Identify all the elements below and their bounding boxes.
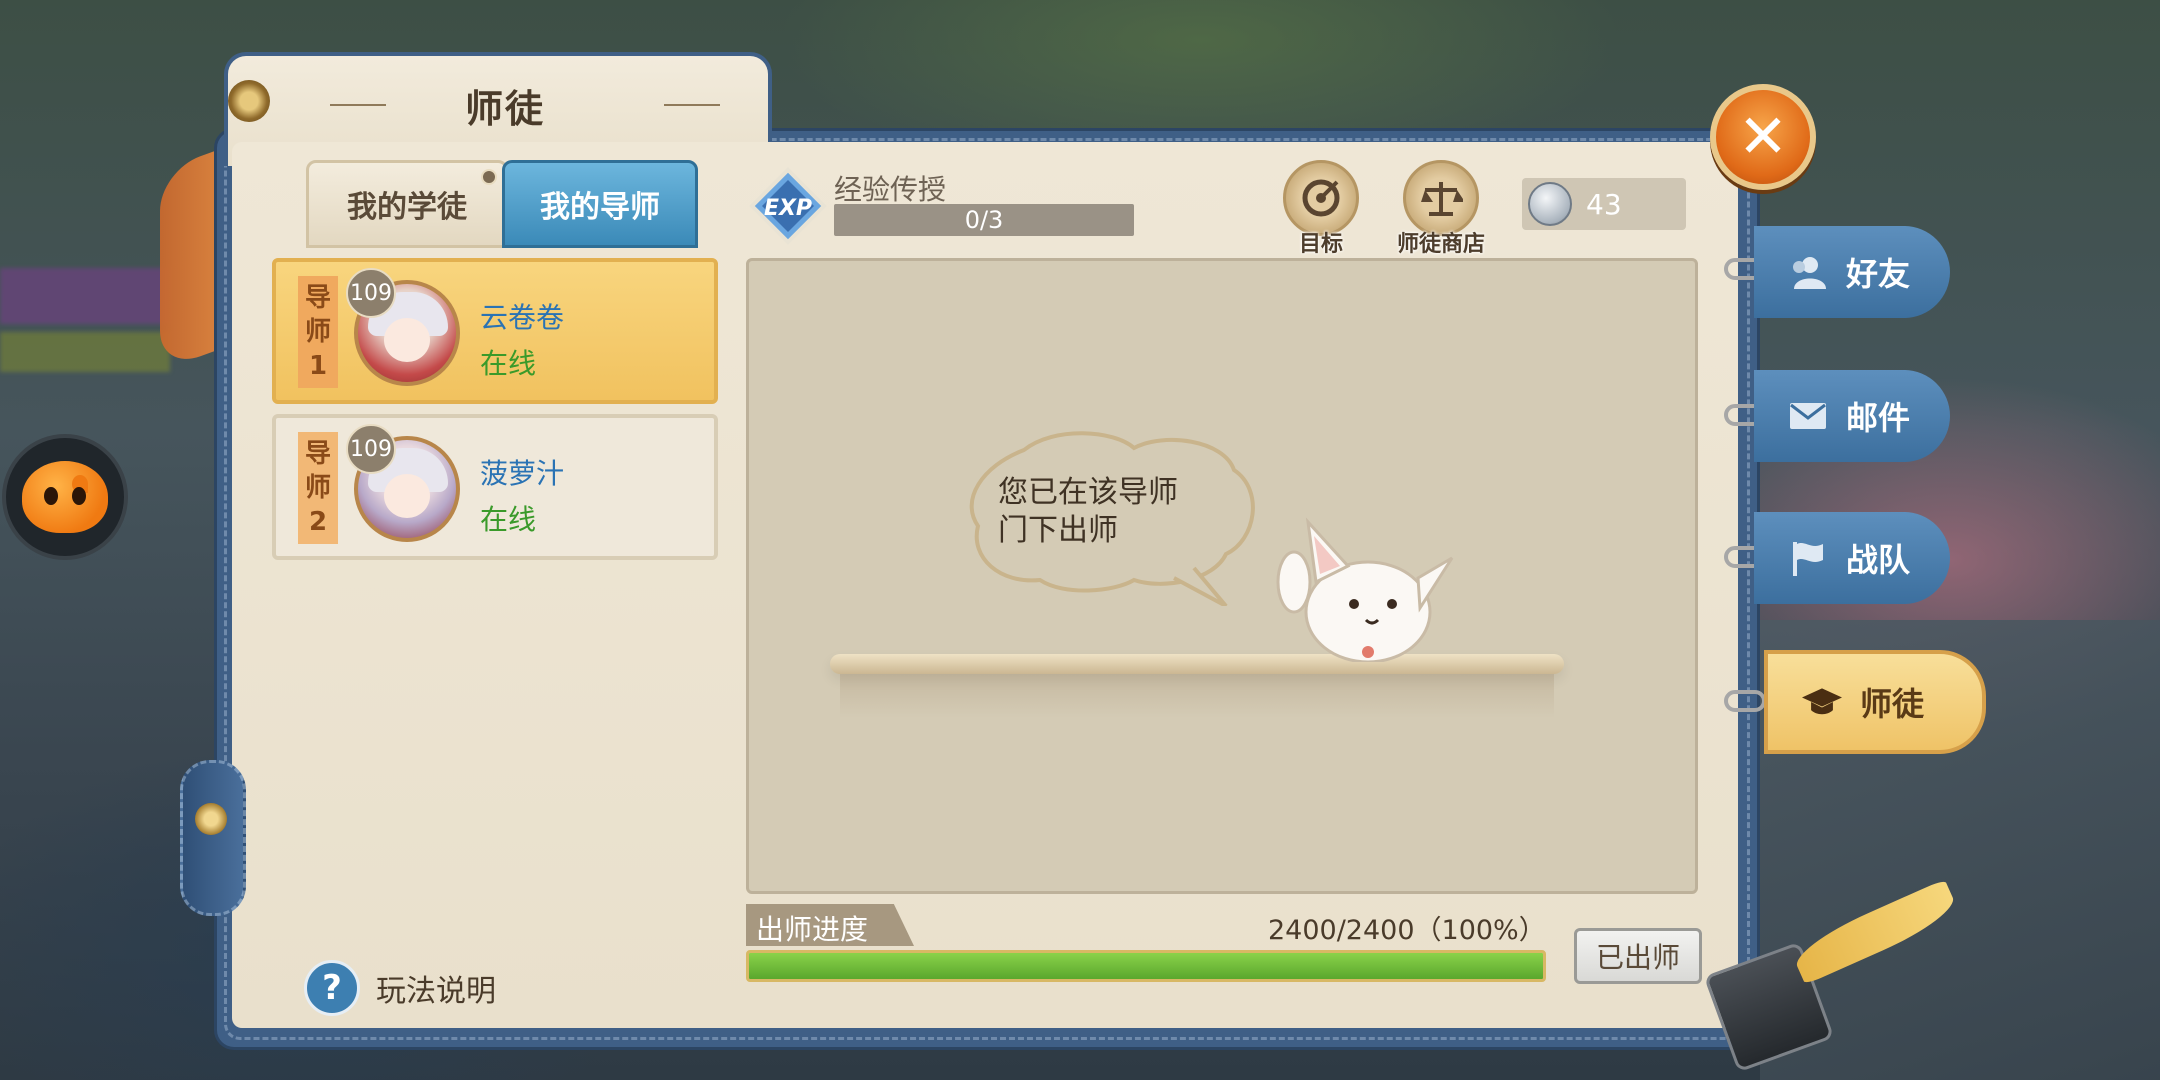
flag-icon <box>1788 538 1828 578</box>
exp-badge-text: EXP <box>764 196 812 221</box>
background-scene-decoration <box>0 268 170 324</box>
status-message-line: 门下出师 <box>998 513 1118 548</box>
mentor-list-item[interactable]: 导 师 1 109 云卷卷 在线 <box>272 258 718 404</box>
side-tab-label: 好友 <box>1846 255 1911 293</box>
close-icon: ✕ <box>1737 102 1789 172</box>
binder-ring-icon <box>1724 690 1766 712</box>
mail-icon <box>1788 396 1828 436</box>
status-message-line: 您已在该导师 <box>998 475 1178 510</box>
scales-icon <box>1403 160 1479 236</box>
exp-progress-bar: 0/3 <box>834 204 1134 236</box>
ring-icon <box>228 80 270 122</box>
status-message: 您已在该导师 门下出师 <box>998 474 1238 550</box>
mentor-shop-button[interactable]: 师徒商店 <box>1386 160 1496 258</box>
pet-icon <box>22 461 108 533</box>
side-tab-friends[interactable]: 好友 <box>1754 226 1950 318</box>
notification-dot-icon <box>481 169 497 185</box>
graduation-label: 出师进度 <box>756 913 869 946</box>
currency-display: 43 <box>1522 178 1686 230</box>
side-tab-label: 战队 <box>1846 541 1911 579</box>
shelf-shadow <box>840 674 1554 718</box>
cat-mascot-icon <box>1276 517 1454 662</box>
bookmark-ribbon <box>160 149 220 371</box>
rank-char: 2 <box>308 507 328 537</box>
level-badge: 109 <box>346 268 396 318</box>
rank-char: 师 <box>304 473 331 503</box>
online-status: 在线 <box>480 503 537 536</box>
close-button[interactable]: ✕ <box>1710 84 1816 190</box>
question-icon: ? <box>322 968 342 1008</box>
target-icon <box>1283 160 1359 236</box>
goal-label: 目标 <box>1298 232 1343 257</box>
pet-shortcut-button[interactable] <box>2 434 128 560</box>
tab-my-mentor[interactable]: 我的导师 <box>502 160 698 248</box>
side-tab-label: 邮件 <box>1846 399 1911 437</box>
online-status: 在线 <box>480 347 537 380</box>
page-title: 师徒 <box>464 87 545 131</box>
mentor-name: 云卷卷 <box>480 301 565 334</box>
graduated-button[interactable]: 已出师 <box>1574 928 1702 984</box>
tab-label: 我的学徒 <box>347 190 467 225</box>
mortarboard-icon <box>1802 682 1842 722</box>
exp-label: 经验传授 <box>834 173 947 206</box>
level-badge: 109 <box>346 424 396 474</box>
graduation-progress-bar <box>746 950 1546 982</box>
graduation-progress-fill <box>749 953 1543 979</box>
rank-char: 导 <box>304 439 331 469</box>
help-button[interactable]: ? <box>304 960 360 1016</box>
side-tab-mentorship[interactable]: 师徒 <box>1764 650 1986 754</box>
rank-tag: 导 师 1 <box>298 276 338 388</box>
side-tab-mail[interactable]: 邮件 <box>1754 370 1950 462</box>
side-tab-label: 师徒 <box>1860 685 1925 723</box>
tab-my-students[interactable]: 我的学徒 <box>306 160 508 248</box>
goal-button[interactable]: 目标 <box>1266 160 1376 258</box>
rank-char: 1 <box>308 351 328 381</box>
rank-tag: 导 师 2 <box>298 432 338 544</box>
side-tab-team[interactable]: 战队 <box>1754 512 1950 604</box>
book-strap <box>180 760 246 916</box>
graduation-progress-text: 2400/2400（100%） <box>1268 915 1546 946</box>
background-scene-decoration <box>0 332 170 372</box>
friend-icon <box>1788 252 1828 292</box>
coin-icon <box>1528 182 1572 226</box>
mentor-list-item[interactable]: 导 师 2 109 菠萝汁 在线 <box>272 414 718 560</box>
currency-value: 43 <box>1586 187 1622 221</box>
exp-progress-text: 0/3 <box>964 206 1004 234</box>
help-label[interactable]: 玩法说明 <box>376 966 496 1010</box>
tab-label: 我的导师 <box>540 190 660 225</box>
mentor-shop-label: 师徒商店 <box>1396 232 1485 257</box>
exp-icon: EXP <box>749 167 827 245</box>
mentor-name: 菠萝汁 <box>480 457 565 490</box>
rank-char: 师 <box>304 317 331 347</box>
rank-char: 导 <box>304 283 331 313</box>
